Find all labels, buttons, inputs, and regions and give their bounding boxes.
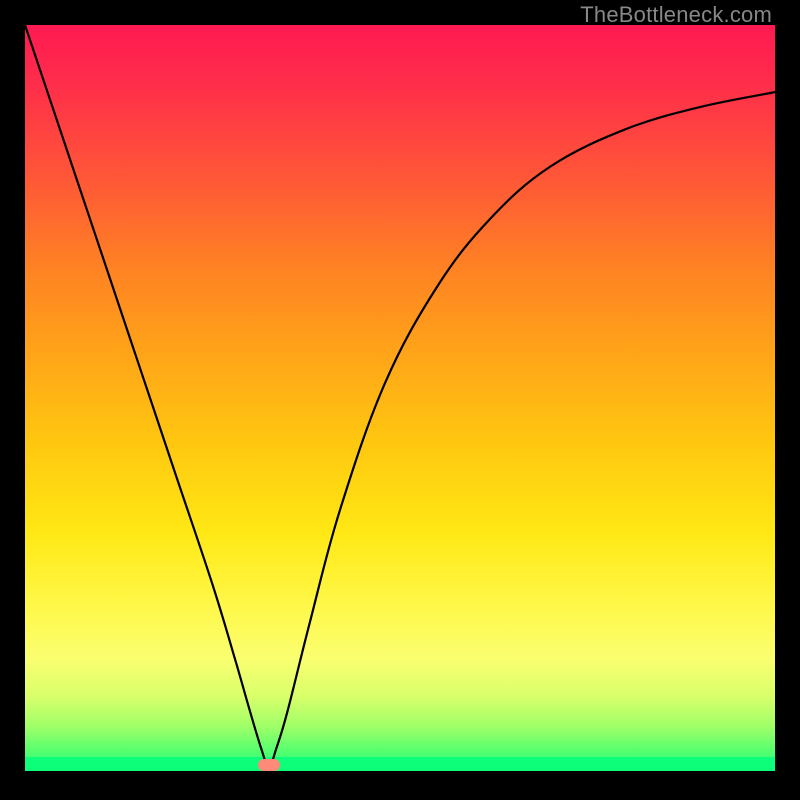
curve-svg <box>25 25 775 771</box>
plot-area <box>25 25 775 771</box>
optimum-marker <box>258 759 280 771</box>
watermark-text: TheBottleneck.com <box>580 2 772 28</box>
bottleneck-curve-line <box>25 25 775 767</box>
